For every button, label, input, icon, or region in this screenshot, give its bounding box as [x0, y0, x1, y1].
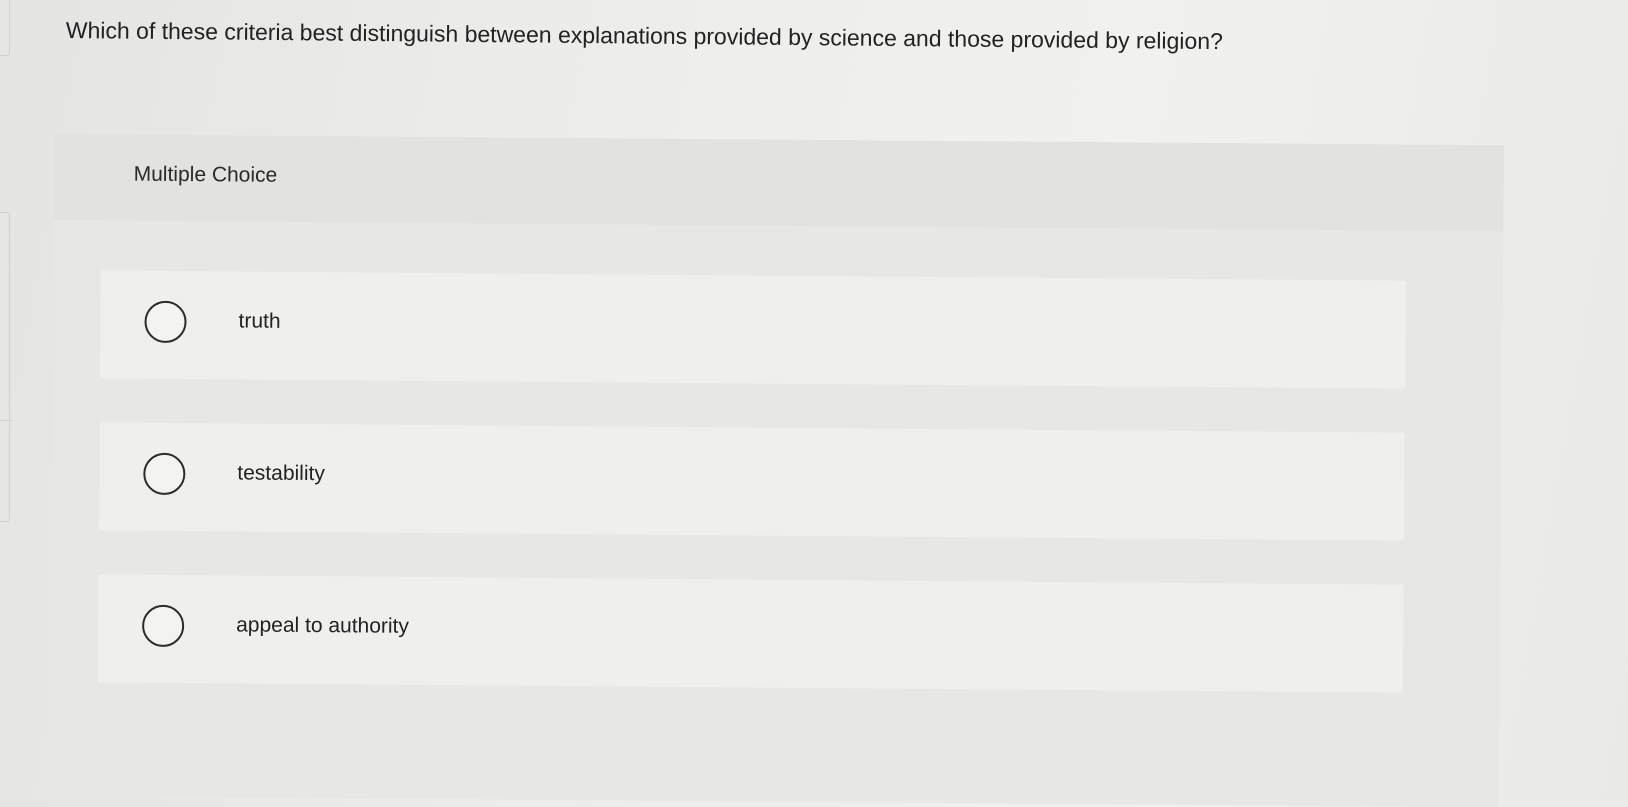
radio-unselected-icon[interactable]	[144, 300, 187, 344]
multiple-choice-panel: Multiple Choice truth testability appeal…	[48, 134, 1504, 807]
answer-options-list: truth testability appeal to authority	[97, 270, 1406, 736]
answer-option-truth[interactable]: truth	[100, 270, 1406, 389]
left-edge-panel-middle	[0, 212, 10, 522]
left-edge-divider	[0, 420, 12, 421]
question-text: Which of these criteria best distinguish…	[65, 16, 1223, 55]
left-edge-panel-top	[0, 0, 10, 56]
answer-option-testability[interactable]: testability	[98, 422, 1405, 541]
radio-unselected-icon[interactable]	[141, 604, 185, 648]
radio-unselected-icon[interactable]	[143, 452, 186, 496]
multiple-choice-label: Multiple Choice	[133, 162, 278, 187]
answer-option-label: testability	[237, 461, 325, 486]
answer-option-label: appeal to authority	[236, 613, 410, 638]
answer-option-appeal-to-authority[interactable]: appeal to authority	[97, 574, 1404, 693]
multiple-choice-header: Multiple Choice	[53, 134, 1504, 232]
answer-option-label: truth	[238, 309, 281, 333]
